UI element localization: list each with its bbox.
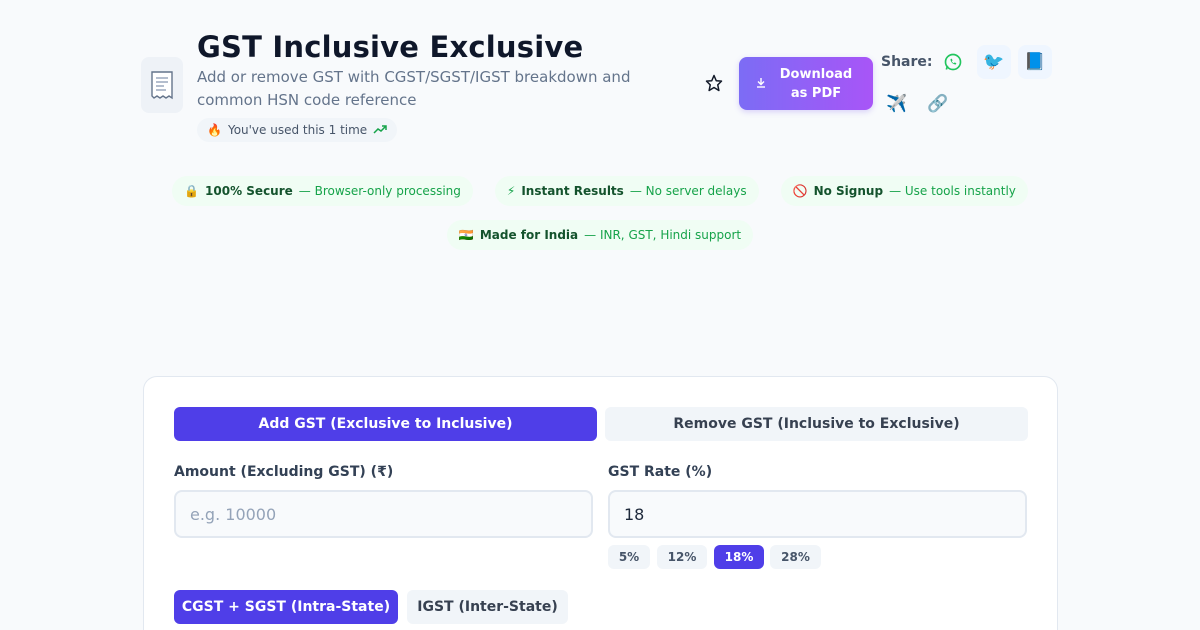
favorite-star-icon[interactable] bbox=[703, 72, 725, 94]
twitter-icon[interactable]: 🐦 bbox=[977, 45, 1011, 79]
badge-title: Instant Results bbox=[521, 184, 624, 198]
tab-remove-gst[interactable]: Remove GST (Inclusive to Exclusive) bbox=[605, 407, 1028, 441]
share-label: Share: bbox=[881, 54, 933, 70]
amount-input[interactable] bbox=[174, 490, 593, 538]
trust-badges: 🔒 100% Secure — Browser-only processing … bbox=[0, 176, 1200, 264]
gst-rate-input[interactable] bbox=[608, 490, 1027, 538]
badge-secure: 🔒 100% Secure — Browser-only processing bbox=[172, 176, 473, 206]
badge-title: No Signup bbox=[813, 184, 884, 198]
badge-row: 🇮🇳 Made for India — INR, GST, Hindi supp… bbox=[0, 220, 1200, 250]
link-icon[interactable]: 🔗 bbox=[921, 87, 955, 121]
fire-icon: 🔥 bbox=[207, 123, 222, 137]
rate-chip-5[interactable]: 5% bbox=[608, 545, 650, 569]
page-subtitle: Add or remove GST with CGST/SGST/IGST br… bbox=[197, 68, 631, 109]
rate-chip-18[interactable]: 18% bbox=[714, 545, 764, 569]
badge-title: Made for India bbox=[479, 228, 579, 242]
badge-desc: — No server delays bbox=[629, 184, 747, 198]
lock-icon: 🔒 bbox=[184, 184, 200, 198]
badge-no-signup: 🚫 No Signup — Use tools instantly bbox=[780, 176, 1028, 206]
badge-made-for-india: 🇮🇳 Made for India — INR, GST, Hindi supp… bbox=[446, 220, 754, 250]
tab-igst[interactable]: IGST (Inter-State) bbox=[407, 590, 568, 624]
telegram-icon[interactable]: ✈️ bbox=[880, 87, 914, 121]
badge-instant: ⚡ Instant Results — No server delays bbox=[494, 176, 759, 206]
badge-row: 🔒 100% Secure — Browser-only processing … bbox=[0, 176, 1200, 206]
facebook-icon[interactable]: 📘 bbox=[1018, 45, 1052, 79]
lightning-icon: ⚡ bbox=[506, 184, 516, 198]
prohibited-icon: 🚫 bbox=[792, 184, 808, 198]
page-title: GST Inclusive Exclusive bbox=[197, 30, 584, 64]
title-block: GST Inclusive Exclusive Add or remove GS… bbox=[197, 30, 657, 142]
badge-title: 100% Secure bbox=[205, 184, 293, 198]
download-icon bbox=[756, 77, 766, 91]
whatsapp-icon[interactable] bbox=[936, 45, 970, 79]
tab-add-gst[interactable]: Add GST (Exclusive to Inclusive) bbox=[174, 407, 597, 441]
badge-desc: — Browser-only processing bbox=[298, 184, 461, 198]
tab-cgst-sgst[interactable]: CGST + SGST (Intra-State) bbox=[174, 590, 398, 624]
usage-text: You've used this 1 time bbox=[227, 123, 368, 137]
receipt-icon bbox=[141, 57, 183, 113]
rate-chip-12[interactable]: 12% bbox=[657, 545, 707, 569]
usage-badge: 🔥 You've used this 1 time bbox=[197, 118, 398, 142]
page-header: GST Inclusive Exclusive Add or remove GS… bbox=[141, 30, 1061, 142]
download-pdf-button[interactable]: Download as PDF bbox=[739, 57, 873, 110]
badge-desc: — INR, GST, Hindi support bbox=[584, 228, 742, 242]
badge-desc: — Use tools instantly bbox=[889, 184, 1016, 198]
gst-rate-label: GST Rate (%) bbox=[608, 464, 713, 480]
download-pdf-label: Download as PDF bbox=[779, 66, 853, 101]
india-flag-icon: 🇮🇳 bbox=[458, 228, 474, 242]
rate-chip-28[interactable]: 28% bbox=[770, 545, 821, 569]
trending-up-icon bbox=[373, 123, 387, 137]
calculator-card: Add GST (Exclusive to Inclusive) Remove … bbox=[143, 376, 1058, 630]
amount-label: Amount (Excluding GST) (₹) bbox=[174, 464, 394, 480]
